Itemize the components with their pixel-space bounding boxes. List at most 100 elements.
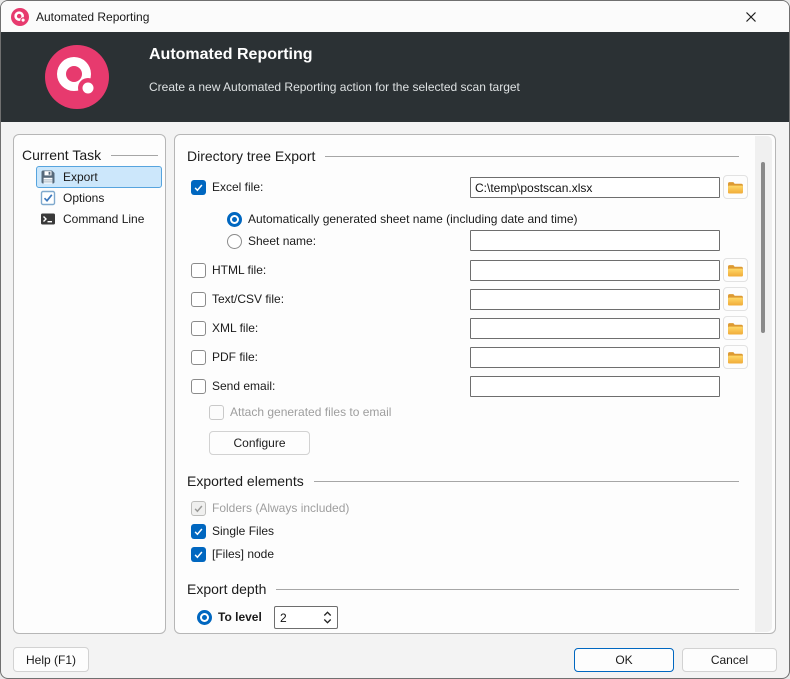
pdf-file-row: PDF file:: [191, 346, 258, 368]
excel-file-row: Excel file:: [191, 176, 263, 198]
pdf-browse-button[interactable]: [723, 345, 748, 369]
exported-elements-header: Exported elements: [187, 473, 739, 489]
folder-icon: [727, 180, 744, 195]
sheet-name-row: Sheet name:: [227, 233, 316, 249]
sidebar-item-options[interactable]: Options: [36, 187, 162, 209]
attach-files-checkbox: [209, 405, 224, 420]
export-depth-header: Export depth: [187, 581, 739, 597]
divider: [314, 481, 739, 482]
folder-icon: [727, 263, 744, 278]
sidebar-item-label: Command Line: [63, 212, 144, 226]
check-icon: [193, 526, 204, 537]
sidebar-item-command-line[interactable]: Command Line: [36, 208, 162, 230]
sidebar-item-label: Options: [63, 191, 104, 205]
section-title: Export depth: [187, 581, 266, 597]
auto-sheet-name-label: Automatically generated sheet name (incl…: [248, 212, 578, 226]
header-banner: Automated Reporting Create a new Automat…: [1, 32, 789, 122]
app-logo-icon-large: [45, 45, 109, 109]
pdf-file-input[interactable]: [470, 347, 720, 368]
auto-sheet-name-radio[interactable]: [227, 212, 242, 227]
check-icon: [193, 549, 204, 560]
csv-file-label: Text/CSV file:: [212, 292, 284, 306]
configure-button[interactable]: Configure: [209, 431, 310, 455]
current-task-title: Current Task: [22, 147, 101, 163]
folders-checkbox: [191, 501, 206, 516]
send-email-input[interactable]: [470, 376, 720, 397]
section-title: Directory tree Export: [187, 148, 315, 164]
send-email-row: Send email:: [191, 375, 275, 397]
chevron-down-icon[interactable]: [323, 618, 332, 624]
excel-file-label: Excel file:: [212, 180, 263, 194]
sheet-name-input[interactable]: [470, 230, 720, 251]
export-settings-panel: Directory tree Export Excel file: Automa…: [174, 134, 776, 634]
floppy-disk-icon: [40, 169, 56, 185]
page-title: Automated Reporting: [149, 46, 313, 64]
auto-sheet-name-row: Automatically generated sheet name (incl…: [227, 211, 578, 227]
xml-file-input[interactable]: [470, 318, 720, 339]
folder-icon: [727, 292, 744, 307]
to-level-radio[interactable]: [197, 610, 212, 625]
files-node-label: [Files] node: [212, 547, 274, 561]
html-file-input[interactable]: [470, 260, 720, 281]
pdf-file-checkbox[interactable]: [191, 350, 206, 365]
divider: [111, 155, 158, 156]
sheet-name-radio[interactable]: [227, 234, 242, 249]
csv-file-row: Text/CSV file:: [191, 288, 284, 310]
folder-icon: [727, 321, 744, 336]
window-title: Automated Reporting: [36, 10, 149, 24]
spinner-arrows[interactable]: [323, 611, 332, 624]
folder-icon: [727, 350, 744, 365]
sheet-name-label: Sheet name:: [248, 234, 316, 248]
directory-tree-export-header: Directory tree Export: [187, 148, 739, 164]
xml-browse-button[interactable]: [723, 316, 748, 340]
folders-label: Folders (Always included): [212, 501, 349, 515]
single-files-label: Single Files: [212, 524, 274, 538]
help-button[interactable]: Help (F1): [13, 647, 89, 672]
cancel-button[interactable]: Cancel: [682, 648, 777, 672]
to-level-input[interactable]: [275, 611, 313, 625]
check-icon: [193, 503, 204, 514]
xml-file-checkbox[interactable]: [191, 321, 206, 336]
vertical-scrollbar[interactable]: [755, 136, 772, 632]
ok-button[interactable]: OK: [574, 648, 674, 672]
to-level-label: To level: [218, 610, 262, 624]
excel-file-input[interactable]: [470, 177, 720, 198]
html-file-row: HTML file:: [191, 259, 266, 281]
sidebar-item-label: Export: [63, 170, 98, 184]
to-level-row: To level: [197, 609, 262, 625]
single-files-row: Single Files: [191, 520, 274, 542]
html-browse-button[interactable]: [723, 258, 748, 282]
files-node-row: [Files] node: [191, 543, 274, 565]
files-node-checkbox[interactable]: [191, 547, 206, 562]
excel-file-checkbox[interactable]: [191, 180, 206, 195]
check-icon: [193, 182, 204, 193]
send-email-label: Send email:: [212, 379, 275, 393]
app-logo-icon: [11, 8, 29, 26]
section-title: Exported elements: [187, 473, 304, 489]
html-file-checkbox[interactable]: [191, 263, 206, 278]
chevron-up-icon[interactable]: [323, 611, 332, 617]
csv-file-input[interactable]: [470, 289, 720, 310]
scrollbar-thumb[interactable]: [761, 162, 765, 333]
divider: [276, 589, 739, 590]
xml-file-row: XML file:: [191, 317, 258, 339]
divider: [325, 156, 739, 157]
close-button[interactable]: [731, 1, 771, 32]
attach-files-label: Attach generated files to email: [230, 405, 391, 419]
checkbox-icon: [40, 190, 56, 206]
sidebar-item-export[interactable]: Export: [36, 166, 162, 188]
pdf-file-label: PDF file:: [212, 350, 258, 364]
folders-row: Folders (Always included): [191, 497, 349, 519]
html-file-label: HTML file:: [212, 263, 266, 277]
single-files-checkbox[interactable]: [191, 524, 206, 539]
terminal-icon: [40, 211, 56, 227]
to-level-spinner: [274, 606, 338, 629]
csv-browse-button[interactable]: [723, 287, 748, 311]
close-icon: [745, 11, 757, 23]
xml-file-label: XML file:: [212, 321, 258, 335]
send-email-checkbox[interactable]: [191, 379, 206, 394]
csv-file-checkbox[interactable]: [191, 292, 206, 307]
excel-browse-button[interactable]: [723, 175, 748, 199]
title-bar: Automated Reporting: [1, 1, 789, 32]
current-task-header: Current Task: [22, 147, 158, 163]
